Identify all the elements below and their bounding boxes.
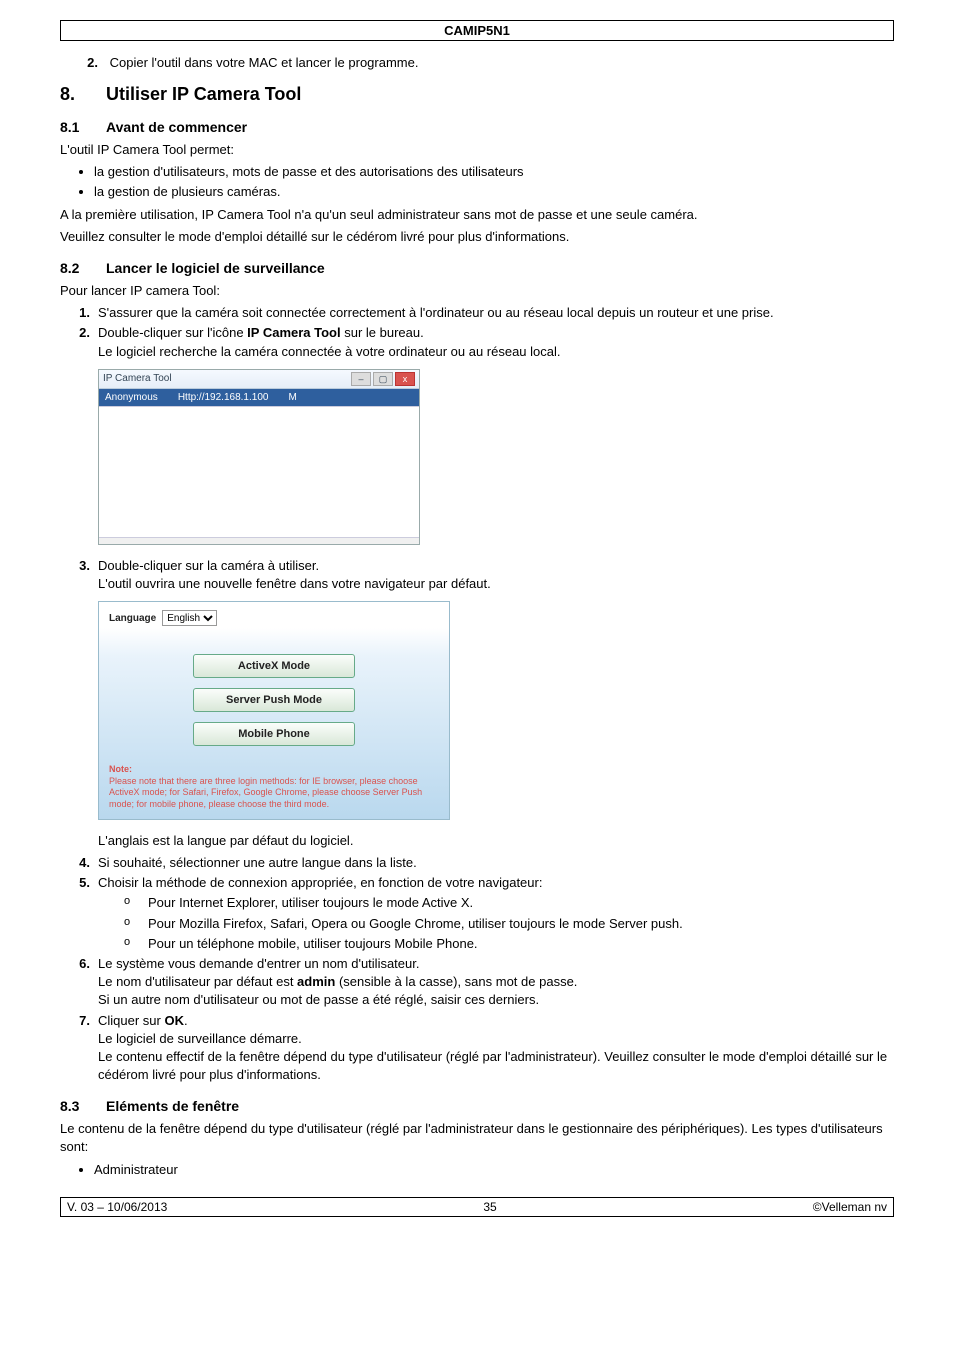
- ip-camera-tool-window: IP Camera Tool – ▢ x Anonymous Http://19…: [98, 369, 420, 545]
- section-8-3-heading: 8.3Eléments de fenêtre: [60, 1098, 894, 1114]
- window-close-icon[interactable]: x: [395, 372, 415, 386]
- s82-step-6-text-b1: Le nom d'utilisateur par défaut est: [98, 974, 297, 989]
- s82-step-5-o2: Pour Mozilla Firefox, Safari, Opera ou G…: [118, 915, 894, 933]
- s82-step-2: 2. Double-cliquer sur l'icône IP Camera …: [60, 324, 894, 360]
- camera-list-row[interactable]: Anonymous Http://192.168.1.100 M: [99, 389, 419, 406]
- footer-page-number: 35: [483, 1200, 496, 1214]
- section-8-title: Utiliser IP Camera Tool: [106, 84, 301, 104]
- login-page-window: Language English ActiveX Mode Server Pus…: [98, 601, 450, 820]
- window-statusbar: [99, 537, 419, 544]
- figure-login-page: Language English ActiveX Mode Server Pus…: [98, 601, 894, 820]
- s82-step-7-text-b: Le logiciel de surveillance démarre.: [98, 1031, 302, 1046]
- section-8-3-number: 8.3: [60, 1098, 106, 1114]
- s82-step-3: 3. Double-cliquer sur la caméra à utilis…: [60, 557, 894, 593]
- step-2-text: Copier l'outil dans votre MAC et lancer …: [110, 55, 419, 70]
- s82-step-7-text-a: Cliquer sur: [98, 1013, 164, 1028]
- footer-version: V. 03 – 10/06/2013: [67, 1200, 167, 1214]
- s82-step-4-num: 4.: [70, 854, 90, 872]
- camera-flag: M: [288, 392, 296, 403]
- s82-step-5: 5. Choisir la méthode de connexion appro…: [60, 874, 894, 953]
- login-note: Note: Please note that there are three l…: [109, 764, 439, 811]
- s82-step-1-text: S'assurer que la caméra soit connectée c…: [98, 305, 774, 320]
- figure-ip-camera-tool: IP Camera Tool – ▢ x Anonymous Http://19…: [98, 369, 894, 545]
- section-8-heading: 8.Utiliser IP Camera Tool: [60, 84, 894, 105]
- s82-step-4-text: Si souhaité, sélectionner une autre lang…: [98, 855, 417, 870]
- server-push-mode-button[interactable]: Server Push Mode: [193, 688, 355, 712]
- s82-lang-note: L'anglais est la langue par défaut du lo…: [98, 832, 894, 850]
- s82-step-7-num: 7.: [70, 1012, 90, 1030]
- language-select[interactable]: English: [162, 610, 217, 626]
- section-8-3-title: Eléments de fenêtre: [106, 1098, 239, 1114]
- section-8-2-number: 8.2: [60, 260, 106, 276]
- section-8-1-number: 8.1: [60, 119, 106, 135]
- s81-bullet-2: la gestion de plusieurs caméras.: [94, 183, 894, 201]
- camera-url: Http://192.168.1.100: [178, 392, 269, 403]
- s81-para-2: Veuillez consulter le mode d'emploi déta…: [60, 228, 894, 246]
- s82-step-1-num: 1.: [70, 304, 90, 322]
- s82-step-5-num: 5.: [70, 874, 90, 892]
- window-min-icon[interactable]: –: [351, 372, 371, 386]
- s82-step-6-text-a: Le système vous demande d'entrer un nom …: [98, 956, 419, 971]
- s82-intro: Pour lancer IP camera Tool:: [60, 282, 894, 300]
- s82-step-2-text-b: sur le bureau.: [341, 325, 424, 340]
- section-8-2-heading: 8.2Lancer le logiciel de surveillance: [60, 260, 894, 276]
- page-footer: V. 03 – 10/06/2013 35 ©Velleman nv: [60, 1197, 894, 1217]
- s82-step-6-bold: admin: [297, 974, 335, 989]
- s82-step-3-num: 3.: [70, 557, 90, 575]
- s81-bullet-1: la gestion d'utilisateurs, mots de passe…: [94, 163, 894, 181]
- s82-step-2-text-a: Double-cliquer sur l'icône: [98, 325, 247, 340]
- language-selector-row: Language English: [109, 610, 439, 626]
- s82-step-6-num: 6.: [70, 955, 90, 973]
- section-8-1-title: Avant de commencer: [106, 119, 247, 135]
- language-label: Language: [109, 613, 156, 624]
- s82-step-2-num: 2.: [70, 324, 90, 342]
- step-2-number: 2.: [70, 55, 98, 70]
- section-8-2-title: Lancer le logiciel de surveillance: [106, 260, 325, 276]
- s83-bullet-1: Administrateur: [94, 1161, 894, 1179]
- s82-step-5-o1: Pour Internet Explorer, utiliser toujour…: [118, 894, 894, 912]
- s82-step-3-text-a: Double-cliquer sur la caméra à utiliser.: [98, 558, 319, 573]
- camera-name: Anonymous: [105, 392, 158, 403]
- section-8-1-heading: 8.1Avant de commencer: [60, 119, 894, 135]
- s82-step-7-bold: OK: [164, 1013, 184, 1028]
- footer-copyright: ©Velleman nv: [813, 1200, 887, 1214]
- s82-step-5-text: Choisir la méthode de connexion appropri…: [98, 875, 542, 890]
- s81-intro: L'outil IP Camera Tool permet:: [60, 141, 894, 159]
- login-note-title: Note:: [109, 764, 132, 774]
- s82-step-4: 4. Si souhaité, sélectionner une autre l…: [60, 854, 894, 872]
- s82-step-2-text-c: Le logiciel recherche la caméra connecté…: [98, 344, 561, 359]
- s82-step-2-bold: IP Camera Tool: [247, 325, 340, 340]
- window-title: IP Camera Tool: [103, 373, 172, 384]
- s83-para-1: Le contenu de la fenêtre dépend du type …: [60, 1120, 894, 1156]
- window-max-icon[interactable]: ▢: [373, 372, 393, 386]
- camera-list-empty: [99, 406, 419, 537]
- s82-step-5-o3: Pour un téléphone mobile, utiliser toujo…: [118, 935, 894, 953]
- section-8-number: 8.: [60, 84, 106, 105]
- s82-step-7-text-c: Le contenu effectif de la fenêtre dépend…: [98, 1049, 887, 1082]
- s82-step-6-text-c: Si un autre nom d'utilisateur ou mot de …: [98, 992, 539, 1007]
- s82-step-6: 6. Le système vous demande d'entrer un n…: [60, 955, 894, 1010]
- window-titlebar: IP Camera Tool – ▢ x: [99, 370, 419, 389]
- login-note-body: Please note that there are three login m…: [109, 776, 422, 809]
- prev-step-2: 2. Copier l'outil dans votre MAC et lanc…: [60, 55, 894, 70]
- activex-mode-button[interactable]: ActiveX Mode: [193, 654, 355, 678]
- s82-step-7: 7. Cliquer sur OK. Le logiciel de survei…: [60, 1012, 894, 1085]
- s81-para-1: A la première utilisation, IP Camera Too…: [60, 206, 894, 224]
- page-header-code: CAMIP5N1: [60, 20, 894, 41]
- s82-step-7-text-a2: .: [184, 1013, 188, 1028]
- s82-step-3-text-b: L'outil ouvrira une nouvelle fenêtre dan…: [98, 576, 491, 591]
- s82-step-6-text-b2: (sensible à la casse), sans mot de passe…: [335, 974, 577, 989]
- mobile-phone-button[interactable]: Mobile Phone: [193, 722, 355, 746]
- s82-step-1: 1. S'assurer que la caméra soit connecté…: [60, 304, 894, 322]
